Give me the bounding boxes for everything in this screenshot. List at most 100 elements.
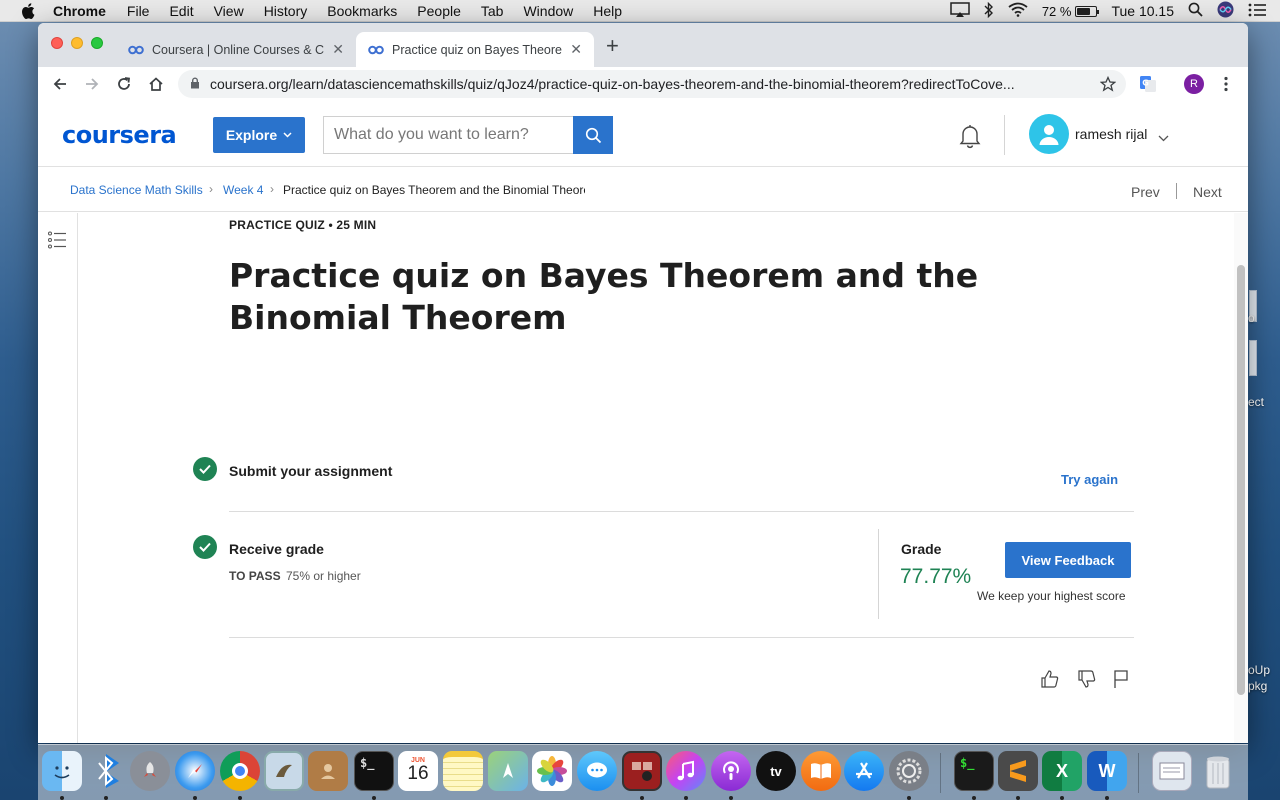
wifi-icon[interactable] — [1008, 2, 1028, 20]
trash-icon[interactable] — [1198, 751, 1238, 791]
site-header: coursera Explore ramesh rijal — [38, 101, 1248, 167]
mail-stamp-icon[interactable] — [264, 751, 304, 791]
photos-icon[interactable] — [532, 751, 572, 791]
scrollbar-thumb[interactable] — [1237, 265, 1245, 695]
coursera-logo[interactable]: coursera — [62, 121, 177, 149]
minimize-window-button[interactable] — [71, 37, 83, 49]
launchpad-icon[interactable] — [130, 751, 170, 791]
downloads-stack-icon[interactable] — [1152, 751, 1192, 791]
excel-icon[interactable]: X — [1042, 751, 1082, 791]
lock-icon[interactable] — [190, 76, 200, 92]
close-window-button[interactable] — [51, 37, 63, 49]
chevron-down-icon[interactable] — [1158, 129, 1169, 147]
view-feedback-button[interactable]: View Feedback — [1005, 542, 1131, 578]
back-button[interactable] — [49, 73, 71, 95]
thumbs-up-icon[interactable] — [1040, 669, 1060, 689]
apple-tv-icon[interactable]: tv — [756, 751, 796, 791]
course-nav-rail — [38, 213, 78, 743]
menu-file[interactable]: File — [127, 3, 150, 19]
home-button[interactable] — [145, 73, 167, 95]
bookmark-star-icon[interactable] — [1098, 74, 1118, 94]
battery-level — [1077, 7, 1091, 15]
photo-booth-icon[interactable] — [622, 751, 662, 791]
podcasts-icon[interactable] — [711, 751, 751, 791]
notes-icon[interactable] — [443, 751, 483, 791]
maps-icon[interactable] — [488, 751, 528, 791]
books-icon[interactable] — [801, 751, 841, 791]
desktop-label: ect — [1248, 395, 1265, 409]
running-indicator — [372, 796, 376, 800]
terminal-icon[interactable]: $_ — [954, 751, 994, 791]
prev-next-divider — [1176, 183, 1177, 199]
user-avatar[interactable] — [1029, 114, 1069, 154]
tab-coursera-home[interactable]: Coursera | Online Courses & Credentials … — [116, 32, 356, 67]
menu-tab[interactable]: Tab — [481, 3, 504, 19]
breadcrumb-course-link[interactable]: Data Science Math Skills — [70, 183, 203, 197]
notifications-bell-icon[interactable] — [958, 123, 982, 149]
terminal-icon[interactable]: $_ — [354, 751, 394, 791]
apple-icon[interactable] — [19, 2, 37, 20]
close-tab-icon[interactable]: ✕ — [332, 41, 344, 58]
profile-avatar[interactable]: R — [1184, 74, 1204, 94]
breadcrumb-current: Practice quiz on Bayes Theorem and the B… — [283, 183, 585, 197]
bluetooth-file-exchange-icon[interactable] — [86, 751, 126, 791]
try-again-link[interactable]: Try again — [1061, 472, 1118, 487]
battery-status[interactable]: 72 % — [1041, 3, 1100, 19]
zoom-window-button[interactable] — [91, 37, 103, 49]
finder-icon[interactable] — [42, 751, 82, 791]
word-icon[interactable]: W — [1087, 751, 1127, 791]
breadcrumb: Data Science Math Skills › Week 4 › Prac… — [38, 168, 1248, 212]
messages-icon[interactable] — [577, 751, 617, 791]
system-preferences-icon[interactable] — [889, 751, 929, 791]
search-button[interactable] — [573, 116, 613, 154]
menu-history[interactable]: History — [264, 3, 308, 19]
address-bar[interactable]: coursera.org/learn/datasciencemathskills… — [178, 70, 1126, 98]
menu-people[interactable]: People — [417, 3, 461, 19]
chevron-right-icon: › — [270, 182, 274, 196]
app-store-icon[interactable] — [844, 751, 884, 791]
sublime-text-icon[interactable] — [998, 751, 1038, 791]
notification-center-icon[interactable] — [1248, 3, 1266, 20]
spotlight-search-icon[interactable] — [1188, 2, 1203, 20]
music-icon[interactable] — [666, 751, 706, 791]
battery-icon — [1075, 5, 1100, 17]
tab-practice-quiz[interactable]: Practice quiz on Bayes Theorem and the B… — [356, 32, 594, 67]
new-tab-button[interactable]: + — [606, 35, 619, 57]
search-field[interactable] — [323, 116, 573, 154]
page-scrollbar[interactable] — [1234, 213, 1248, 743]
menubar-clock[interactable]: Tue 10.15 — [1111, 3, 1174, 19]
thumbs-down-icon[interactable] — [1077, 669, 1097, 689]
forward-button[interactable] — [81, 73, 103, 95]
prev-link[interactable]: Prev — [1131, 184, 1160, 200]
google-translate-icon[interactable]: G — [1138, 74, 1158, 94]
running-indicator — [104, 796, 108, 800]
menu-bookmarks[interactable]: Bookmarks — [327, 3, 397, 19]
safari-icon[interactable] — [175, 751, 215, 791]
menu-help[interactable]: Help — [593, 3, 622, 19]
desktop-file-icon[interactable] — [1249, 340, 1257, 376]
airplay-icon[interactable] — [950, 1, 970, 21]
menu-window[interactable]: Window — [523, 3, 573, 19]
reload-button[interactable] — [113, 73, 135, 95]
search-input[interactable] — [334, 126, 564, 144]
breadcrumb-week-link[interactable]: Week 4 — [223, 183, 263, 197]
chrome-menu-icon[interactable] — [1216, 74, 1236, 94]
close-tab-icon[interactable]: ✕ — [570, 41, 582, 58]
report-flag-icon[interactable] — [1112, 669, 1132, 689]
table-of-contents-icon[interactable] — [48, 231, 68, 249]
username-label[interactable]: ramesh rijal — [1075, 126, 1147, 142]
calendar-icon[interactable]: JUN 16 — [398, 751, 438, 791]
siri-icon[interactable] — [1217, 1, 1234, 21]
bluetooth-icon[interactable] — [984, 1, 994, 21]
running-indicator — [684, 796, 688, 800]
chrome-icon[interactable] — [220, 751, 260, 791]
battery-percent: 72 % — [1041, 3, 1072, 19]
apple-tv-label: tv — [770, 763, 782, 779]
menubar-app-name[interactable]: Chrome — [53, 3, 106, 19]
dock-separator — [940, 753, 941, 793]
menu-view[interactable]: View — [214, 3, 244, 19]
menu-edit[interactable]: Edit — [169, 3, 193, 19]
contacts-icon[interactable] — [308, 751, 348, 791]
explore-button[interactable]: Explore — [213, 117, 305, 153]
next-link[interactable]: Next — [1193, 184, 1222, 200]
